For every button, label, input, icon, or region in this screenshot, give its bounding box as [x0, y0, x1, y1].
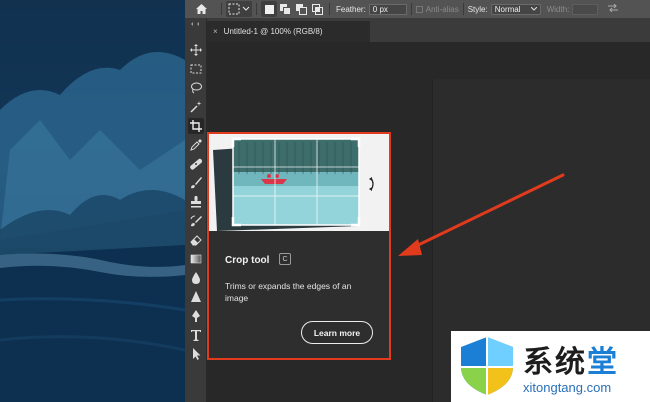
watermark-logo: 系统堂 xitongtang.com — [451, 331, 650, 402]
tool-tooltip: Crop tool C Trims or expands the edges o… — [207, 132, 391, 360]
tooltip-preview-image — [209, 134, 389, 231]
shortcut-key-badge: C — [279, 253, 291, 265]
watermark-chinese-text: 系统堂 — [523, 345, 619, 380]
tooltip-title: Crop tool — [225, 255, 270, 266]
learn-more-button[interactable]: Learn more — [301, 321, 373, 344]
shield-logo-icon — [461, 337, 513, 395]
tooltip-description: Trims or expands the edges of an image — [225, 281, 352, 303]
watermark-url: xitongtang.com — [523, 380, 612, 395]
